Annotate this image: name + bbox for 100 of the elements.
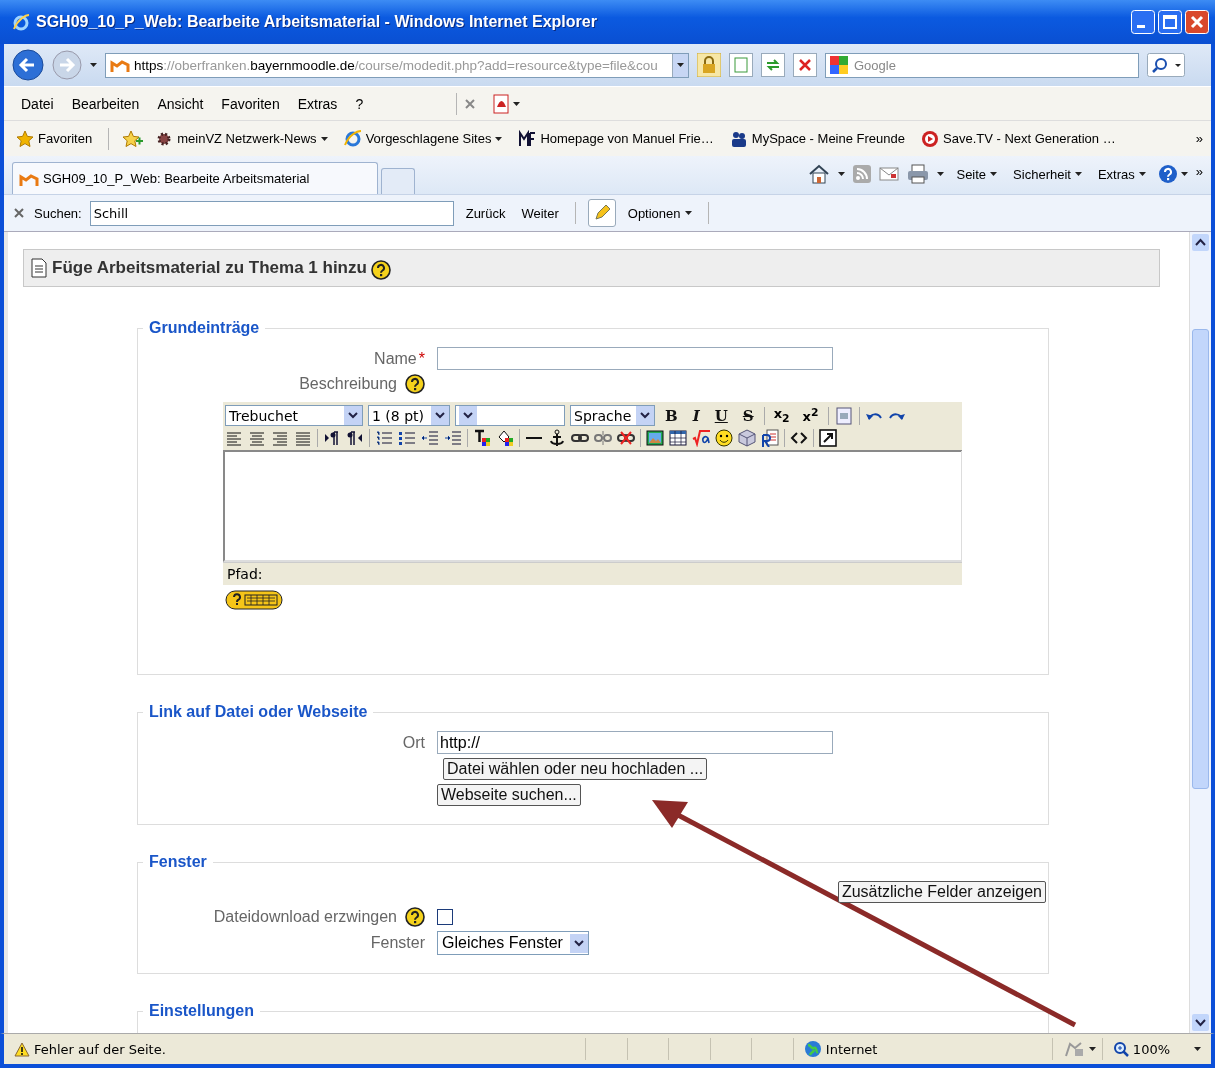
menu-item[interactable]: Datei: [12, 95, 63, 112]
printer-icon[interactable]: [907, 164, 930, 184]
more-chevron[interactable]: »: [1195, 163, 1203, 179]
ltr-paragraph-icon[interactable]: [323, 429, 341, 447]
home-icon[interactable]: [808, 164, 831, 184]
text-field[interactable]: http://: [437, 731, 833, 754]
address-text[interactable]: https://oberfranken.bayernmoodle.de/course/modedit.php?add=resource&type=file&cou: [134, 57, 658, 73]
help-icon[interactable]: [405, 907, 425, 927]
menu-item[interactable]: Ansicht: [148, 95, 213, 112]
caret-icon[interactable]: [684, 211, 692, 215]
background-color-icon[interactable]: [496, 429, 514, 447]
document-icon[interactable]: [761, 429, 779, 447]
table-icon[interactable]: [669, 429, 687, 447]
indent-icon[interactable]: [444, 429, 462, 447]
address-field[interactable]: https://oberfranken.bayernmoodle.de/course/modedit.php?add=resource&type=file&cou: [105, 52, 689, 78]
scroll-up-icon[interactable]: [1192, 234, 1209, 251]
caret-icon[interactable]: [1138, 172, 1146, 176]
select-field[interactable]: Gleiches Fenster: [437, 931, 589, 955]
close-icon[interactable]: [12, 206, 26, 220]
favorite-link[interactable]: Save.TV - Next Generation …: [917, 127, 1120, 150]
form-button[interactable]: Webseite suchen...: [437, 784, 581, 806]
caret-icon[interactable]: [838, 172, 846, 176]
size-select[interactable]: 1 (8 pt): [368, 405, 450, 426]
caret-icon[interactable]: [937, 172, 945, 176]
help-icon[interactable]: [370, 260, 391, 280]
no-link-icon[interactable]: [617, 429, 635, 447]
close-button[interactable]: [1185, 10, 1209, 34]
page-heading: Füge Arbeitsmaterial zu Thema 1 hinzu: [52, 258, 367, 278]
numbered-list-icon[interactable]: [375, 429, 393, 447]
cube-icon[interactable]: [738, 429, 756, 447]
caret-icon[interactable]: [1074, 172, 1082, 176]
anchor-icon[interactable]: [548, 429, 566, 447]
align-right-icon[interactable]: [271, 429, 289, 447]
bullet-list-icon[interactable]: [398, 429, 416, 447]
stop-button[interactable]: [793, 53, 817, 77]
align-center-icon[interactable]: [248, 429, 266, 447]
minimize-button[interactable]: [1131, 10, 1155, 34]
browser-tab[interactable]: SGH09_10_P_Web: Bearbeite Arbeitsmaterial: [12, 162, 378, 194]
align-left-icon[interactable]: [225, 429, 243, 447]
format-button[interactable]: I: [687, 406, 705, 425]
search-field[interactable]: Google: [825, 52, 1139, 78]
search-button[interactable]: [1147, 53, 1185, 77]
image-icon[interactable]: [646, 429, 664, 447]
back-button[interactable]: [12, 49, 44, 81]
menu-item[interactable]: Bearbeiten: [62, 95, 149, 112]
favorite-link[interactable]: Homepage von Manuel Frie…: [514, 127, 718, 150]
format-button[interactable]: B: [660, 406, 683, 425]
help-icon[interactable]: [405, 374, 425, 394]
favorite-link[interactable]: MySpace - Meine Freunde: [725, 127, 909, 150]
highlight-button[interactable]: [587, 199, 616, 227]
form-button[interactable]: Zusätzliche Felder anzeigen: [837, 881, 1046, 903]
form-button[interactable]: Datei wählen oder neu hochladen ...: [443, 758, 708, 780]
text-field[interactable]: [437, 347, 833, 370]
address-dropdown-icon[interactable]: [677, 63, 684, 67]
favorite-link[interactable]: meinVZ Netzwerk-News: [151, 127, 332, 150]
maximize-button[interactable]: [1158, 10, 1182, 34]
favorite-link[interactable]: Vorgeschlagene Sites: [339, 127, 507, 150]
format-button[interactable]: U: [709, 406, 733, 425]
script-button[interactable]: x$_{2}$: [769, 406, 794, 425]
command-menu[interactable]: Sicherheit: [1009, 164, 1086, 184]
fullscreen-icon[interactable]: [819, 429, 837, 447]
menu-item[interactable]: Extras: [288, 95, 347, 112]
window-title: SGH09_10_P_Web: Bearbeite Arbeitsmaterial - Windows Internet Explorer: [36, 13, 598, 31]
smiley-icon[interactable]: [715, 429, 733, 447]
zoom-control[interactable]: 100%: [1106, 1038, 1208, 1060]
outdent-icon[interactable]: [421, 429, 439, 447]
refresh-button[interactable]: [761, 53, 785, 77]
add-favorite-icon[interactable]: [121, 128, 144, 149]
pdf-dropdown-icon[interactable]: [513, 101, 521, 106]
text-color-icon[interactable]: [473, 429, 491, 447]
checkbox[interactable]: [437, 909, 453, 925]
caret-icon[interactable]: [990, 172, 998, 176]
find-field[interactable]: Schill: [89, 200, 454, 226]
menu-item[interactable]: ?: [346, 95, 373, 112]
find-button[interactable]: Weiter: [517, 203, 563, 223]
command-menu[interactable]: Extras: [1093, 164, 1150, 184]
format-button[interactable]: S: [737, 406, 759, 425]
rtl-paragraph-icon[interactable]: [346, 429, 364, 447]
more-chevron[interactable]: »: [1195, 131, 1203, 146]
math-formula-icon[interactable]: [692, 429, 710, 447]
language-select[interactable]: Sprache: [570, 405, 655, 426]
caret-icon[interactable]: [1088, 1047, 1096, 1051]
menu-item[interactable]: Favoriten: [212, 95, 289, 112]
caret-icon[interactable]: [1180, 172, 1188, 176]
caret-icon[interactable]: [320, 136, 328, 141]
find-button[interactable]: Zurück: [461, 203, 510, 223]
options-button[interactable]: Optionen: [623, 203, 696, 223]
history-dropdown-icon[interactable]: [90, 63, 97, 67]
command-menu[interactable]: Seite: [952, 164, 1002, 184]
scroll-down-icon[interactable]: [1192, 1014, 1209, 1031]
caret-icon[interactable]: [495, 136, 503, 141]
script-button[interactable]: x$^{2}$: [798, 406, 823, 425]
keyboard-help-icon[interactable]: [225, 590, 283, 610]
scrollbar[interactable]: [1189, 232, 1211, 1033]
unlink-icon[interactable]: [594, 429, 612, 447]
justify-icon[interactable]: [294, 429, 312, 447]
caret-icon[interactable]: [1194, 1047, 1202, 1051]
font-select[interactable]: Trebuchet: [225, 405, 363, 426]
mail-icon[interactable]: [879, 166, 900, 182]
favorites-button[interactable]: Favoriten: [12, 127, 97, 150]
